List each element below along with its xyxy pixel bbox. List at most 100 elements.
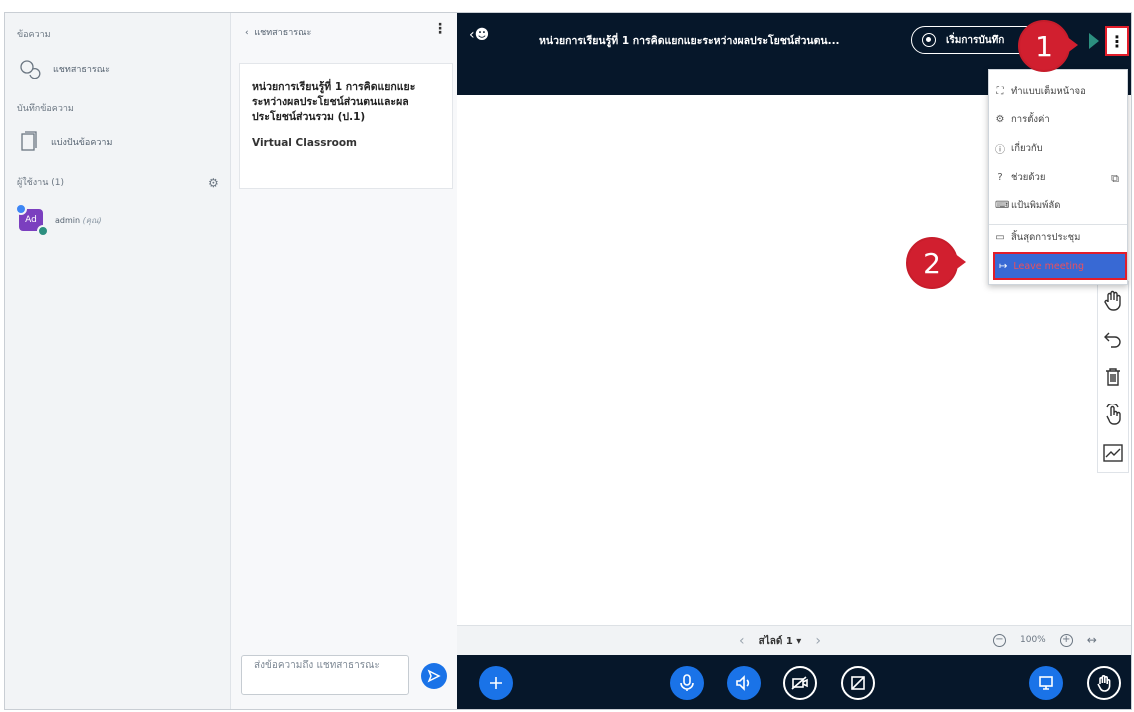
- slide-label: สไลด์ 1: [758, 635, 793, 647]
- mute-button[interactable]: [670, 666, 704, 700]
- chat-message-input[interactable]: ส่งข้อความถึง แชทสาธารณะ: [241, 655, 409, 695]
- zoom-level: 100%: [1020, 635, 1046, 645]
- user-name-text: admin: [55, 216, 81, 225]
- external-link-icon: ⧉: [1111, 172, 1119, 185]
- menu-item-label: ทำแบบเต็มหน้าจอ: [1011, 86, 1086, 97]
- poll-tool[interactable]: [1098, 434, 1128, 472]
- slide-navigation: ‹ สไลด์ 1 ▾ ›: [739, 633, 821, 649]
- meeting-title: หน่วยการเรียนรู้ที่ 1 การคิดแยกแยะระหว่า…: [539, 35, 840, 47]
- slide-controls: ‹ สไลด์ 1 ▾ › − 100% + ↔: [457, 625, 1131, 655]
- user-list-panel: ข้อความ แชทสาธารณะ บันทึกข้อความ แบ่งปัน…: [5, 13, 231, 709]
- options-menu-button[interactable]: ⋮: [1105, 26, 1129, 56]
- welcome-subtitle: Virtual Classroom: [252, 137, 357, 149]
- step-1-badge: 1: [1018, 20, 1070, 72]
- public-chat-label: แชทสาธารณะ: [53, 65, 110, 75]
- presentation-area: ‹☻ หน่วยการเรียนรู้ที่ 1 การคิดแยกแยะระห…: [457, 13, 1131, 709]
- notes-icon: [21, 131, 37, 151]
- app-window: ข้อความ แชทสาธารณะ บันทึกข้อความ แบ่งปัน…: [4, 12, 1132, 710]
- info-icon: ⓘ: [995, 145, 1005, 156]
- presenter-status-icon: [15, 203, 27, 215]
- fit-width-icon[interactable]: ↔: [1087, 633, 1097, 647]
- connection-status-icon: [1089, 33, 1099, 49]
- menu-item-label: การตั้งค่า: [1011, 114, 1050, 125]
- menu-item-fullscreen[interactable]: ⛶ ทำแบบเต็มหน้าจอ: [995, 84, 1086, 99]
- record-label: เริ่มการบันทึก: [946, 34, 1005, 46]
- users-settings-gear-icon[interactable]: ⚙: [208, 176, 219, 190]
- audio-button[interactable]: [727, 666, 761, 700]
- undo-tool[interactable]: [1098, 320, 1128, 358]
- leave-meeting-label: Leave meeting: [1013, 260, 1085, 272]
- menu-item-label: สิ้นสุดการประชุม: [1011, 232, 1081, 243]
- welcome-message: หน่วยการเรียนรู้ที่ 1 การคิดแยกแยะระหว่า…: [239, 63, 453, 189]
- zoom-in-icon[interactable]: +: [1059, 633, 1073, 647]
- toggle-userlist-icon[interactable]: ‹☻: [469, 27, 489, 43]
- options-dropdown-menu: ⛶ ทำแบบเต็มหน้าจอ ⚙ การตั้งค่า ⓘ เกี่ยวกับ …: [988, 69, 1128, 285]
- zoom-controls: − 100% + ↔: [993, 633, 1097, 647]
- chat-back-link[interactable]: ‹ แชทสาธารณะ: [245, 25, 311, 39]
- shared-notes-label: แบ่งปันข้อความ: [51, 138, 113, 148]
- users-header: ผู้ใช้งาน (1): [17, 178, 64, 188]
- camera-off-icon: [791, 676, 808, 690]
- hand-icon: [1104, 290, 1121, 311]
- menu-item-help[interactable]: ? ช่วยด้วย: [995, 170, 1045, 185]
- record-icon: [922, 33, 936, 47]
- microphone-icon: [680, 674, 694, 691]
- speaker-icon: [736, 675, 750, 691]
- end-meeting-icon: ▭: [995, 232, 1005, 243]
- menu-item-shortcuts[interactable]: ⌨ แป้นพิมพ์ลัด: [995, 198, 1060, 213]
- raise-hand-button[interactable]: [1087, 666, 1121, 700]
- notes-header: บันทึกข้อความ: [17, 104, 74, 114]
- menu-item-end-meeting[interactable]: ▭ สิ้นสุดการประชุม: [995, 230, 1080, 245]
- messages-header: ข้อความ: [17, 30, 51, 40]
- menu-item-label: เกี่ยวกับ: [1011, 143, 1043, 154]
- mic-status-icon: [37, 225, 49, 237]
- raise-hand-icon: [1097, 675, 1111, 692]
- action-bar: [457, 655, 1131, 709]
- chat-options-kebab-icon[interactable]: ⋮: [433, 21, 447, 37]
- menu-item-label: แป้นพิมพ์ลัด: [1011, 200, 1061, 211]
- chart-icon: [1103, 444, 1123, 462]
- step-2-pointer: [954, 253, 966, 271]
- leave-meeting-button[interactable]: ↦ Leave meeting: [993, 252, 1127, 280]
- clear-tool[interactable]: [1098, 358, 1128, 396]
- fullscreen-icon: ⛶: [996, 86, 1004, 97]
- multi-user-tool[interactable]: [1098, 396, 1128, 434]
- user-name[interactable]: admin (คุณ): [55, 214, 102, 227]
- next-slide-icon[interactable]: ›: [815, 633, 821, 649]
- send-message-button[interactable]: [421, 663, 447, 689]
- shared-notes-item[interactable]: แบ่งปันข้อความ: [19, 131, 112, 153]
- send-icon: [427, 669, 441, 683]
- menu-item-label: ช่วยด้วย: [1011, 172, 1046, 183]
- undo-icon: [1104, 332, 1121, 348]
- keyboard-icon: ⌨: [995, 200, 1010, 211]
- user-self-suffix: (คุณ): [82, 216, 102, 225]
- zoom-out-icon[interactable]: −: [993, 633, 1006, 647]
- whiteboard-toolbar: [1097, 281, 1129, 473]
- help-icon: ?: [997, 172, 1003, 183]
- menu-item-about[interactable]: ⓘ เกี่ยวกับ: [995, 141, 1043, 156]
- prev-slide-icon[interactable]: ‹: [739, 633, 745, 649]
- plus-icon: [490, 677, 502, 689]
- screen-share-off-icon: [851, 676, 865, 690]
- chat-title: แชทสาธารณะ: [254, 28, 312, 38]
- actions-button[interactable]: [479, 666, 513, 700]
- presentation-toggle-button[interactable]: [1029, 666, 1063, 700]
- avatar[interactable]: Ad: [15, 203, 49, 237]
- step-1-pointer: [1066, 36, 1078, 54]
- avatar-initials: Ad: [25, 215, 37, 225]
- share-webcam-button[interactable]: [783, 666, 817, 700]
- chat-panel: ‹ แชทสาธารณะ ⋮ หน่วยการเรียนรู้ที่ 1 การ…: [231, 13, 457, 709]
- share-screen-button[interactable]: [841, 666, 875, 700]
- slide-select[interactable]: สไลด์ 1 ▾: [759, 634, 802, 649]
- welcome-title: หน่วยการเรียนรู้ที่ 1 การคิดแยกแยะระหว่า…: [252, 81, 416, 123]
- trash-icon: [1106, 368, 1120, 386]
- pan-hand-tool[interactable]: [1098, 282, 1128, 320]
- step-2-badge: 2: [906, 237, 958, 289]
- menu-item-settings[interactable]: ⚙ การตั้งค่า: [995, 112, 1050, 127]
- menu-divider: [989, 224, 1127, 225]
- presentation-icon: [1039, 676, 1053, 690]
- logout-icon: ↦: [999, 260, 1008, 272]
- public-chat-item[interactable]: แชทสาธารณะ: [19, 59, 110, 79]
- pointer-hand-icon: [1106, 404, 1121, 425]
- chat-bubbles-icon: [20, 60, 41, 79]
